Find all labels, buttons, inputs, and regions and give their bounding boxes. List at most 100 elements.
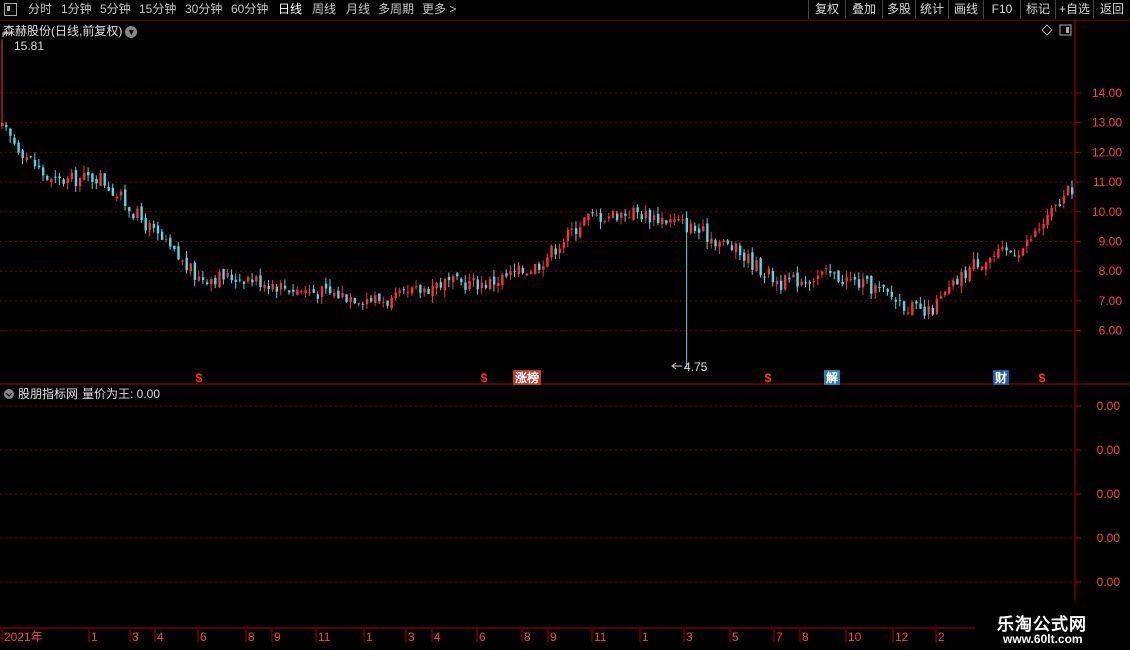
candle-body <box>816 275 820 279</box>
event-marker[interactable]: $ <box>481 371 488 385</box>
adjust-button[interactable]: 复权 <box>808 0 845 19</box>
price-chart[interactable]: 14.0013.0012.0011.0010.009.008.007.006.0… <box>0 20 1130 650</box>
event-marker[interactable]: $ <box>765 371 772 385</box>
candle-body <box>927 306 930 314</box>
candle-body <box>189 263 192 272</box>
candle-body <box>984 262 988 270</box>
f10-button[interactable]: F10 <box>983 0 1020 19</box>
candle-body <box>607 216 611 219</box>
candle-body <box>468 280 471 290</box>
candle-body <box>952 280 955 286</box>
price-tick-label: 10.00 <box>1092 205 1122 219</box>
overlay-button[interactable]: 叠加 <box>845 0 882 19</box>
candle-body <box>620 212 623 218</box>
candle-body <box>119 191 123 196</box>
period-tab-multi[interactable]: 多周期 <box>378 0 414 19</box>
candle-body <box>796 272 799 287</box>
period-tab-timeshare[interactable]: 分时 <box>28 0 52 19</box>
x-tick-label: 10 <box>848 630 862 644</box>
panel-toggle-icon[interactable] <box>1059 24 1072 36</box>
candle-body <box>599 212 602 223</box>
candle-body <box>456 273 459 277</box>
period-tab-daily[interactable]: 日线 <box>278 0 302 19</box>
period-tab-30min[interactable]: 30分钟 <box>185 0 222 19</box>
event-marker[interactable]: 涨榜 <box>515 370 539 385</box>
add-favorite-button[interactable]: +自选 <box>1055 0 1093 19</box>
candle-body <box>763 276 766 278</box>
diamond-icon[interactable] <box>1041 24 1053 36</box>
candle-body <box>808 282 812 284</box>
candle-body <box>743 252 746 261</box>
candle-body <box>439 282 443 288</box>
period-tab-5min[interactable]: 5分钟 <box>100 0 131 19</box>
candle-body <box>915 301 918 304</box>
candle-body <box>722 240 725 242</box>
price-tick-label: 13.00 <box>1092 116 1122 130</box>
x-tick-label: 11 <box>318 630 331 644</box>
indicator-tick-label: 0.00 <box>1097 531 1121 545</box>
draw-line-button[interactable]: 画线 <box>948 0 983 19</box>
candle-body <box>259 275 262 288</box>
candle-body <box>173 245 176 249</box>
indicator-series-value: 量价为王: 0.00 <box>82 387 160 401</box>
candle-body <box>357 302 361 305</box>
candle-body <box>898 300 902 302</box>
period-tab-15min[interactable]: 15分钟 <box>139 0 176 19</box>
x-tick-label: 4 <box>434 630 441 644</box>
candle-body <box>525 273 529 276</box>
top-toolbar: 分时 1分钟 5分钟 15分钟 30分钟 60分钟 日线 周线 月线 多周期 更… <box>0 0 1130 21</box>
candle-body <box>595 214 598 216</box>
candle-body <box>123 189 127 207</box>
x-tick-label: 3 <box>686 630 693 644</box>
candle-body <box>234 279 238 282</box>
candle-body <box>861 278 865 288</box>
period-tab-weekly[interactable]: 周线 <box>312 0 336 19</box>
event-marker[interactable]: 财 <box>994 370 1007 385</box>
statistics-button[interactable]: 统计 <box>915 0 948 19</box>
candle-body <box>1038 229 1041 231</box>
menu-icon[interactable] <box>4 3 17 16</box>
candle-body <box>242 281 246 285</box>
candle-body <box>509 271 512 276</box>
candle-body <box>501 274 504 286</box>
candle-body <box>866 276 869 279</box>
indicator-header[interactable]: 股朋指标网 量价为王: 0.00 <box>4 386 160 401</box>
candle-body <box>320 286 324 297</box>
candle-body <box>931 307 935 315</box>
candle-body <box>800 281 803 286</box>
period-tab-more[interactable]: 更多 > <box>422 0 456 19</box>
back-button[interactable]: 返回 <box>1093 0 1130 19</box>
candle-body <box>1046 214 1049 225</box>
x-tick-label: 6 <box>200 630 207 644</box>
indicator-tick-label: 0.00 <box>1097 575 1121 589</box>
indicator-tick-label: 0.00 <box>1097 443 1121 457</box>
period-tab-monthly[interactable]: 月线 <box>346 0 370 19</box>
mark-button[interactable]: 标记 <box>1020 0 1055 19</box>
candle-body <box>91 173 94 182</box>
candle-body <box>1030 239 1033 241</box>
x-tick-label: 9 <box>274 630 281 644</box>
candle-body <box>603 220 607 222</box>
event-marker[interactable]: $ <box>1039 371 1046 385</box>
period-tab-1min[interactable]: 1分钟 <box>61 0 92 19</box>
candle-body <box>960 271 963 287</box>
candle-body <box>300 290 303 292</box>
x-tick-label: 4 <box>157 630 164 644</box>
candle-body <box>369 298 373 302</box>
multi-stock-button[interactable]: 多股 <box>882 0 915 19</box>
candle-body <box>82 172 86 180</box>
candle-body <box>361 303 365 305</box>
event-marker[interactable]: $ <box>196 371 203 385</box>
period-tab-60min[interactable]: 60分钟 <box>231 0 268 19</box>
chevron-down-icon[interactable] <box>4 389 14 399</box>
candle-body <box>837 270 840 282</box>
indicator-tick-label: 0.00 <box>1097 487 1121 501</box>
candle-body <box>316 294 320 299</box>
event-marker[interactable]: 解 <box>826 370 838 385</box>
candle-body <box>948 286 951 294</box>
candle-body <box>997 248 1000 258</box>
candle-body <box>349 296 352 302</box>
candle-body <box>579 227 582 237</box>
candle-body <box>451 276 455 283</box>
candle-body <box>152 223 156 228</box>
